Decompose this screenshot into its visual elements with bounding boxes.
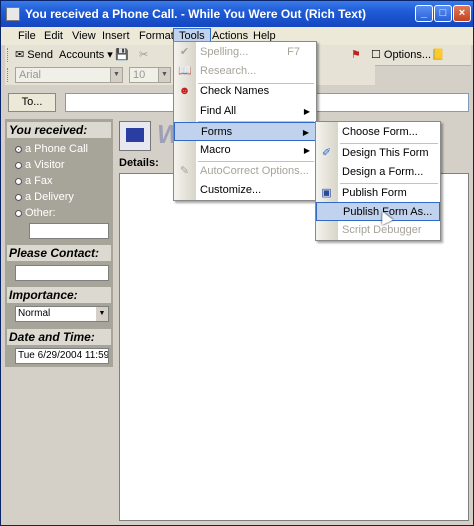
publish-form-icon: ▣	[321, 187, 332, 199]
accounts-label: Accounts	[59, 49, 105, 61]
radio-visitor[interactable]: a Visitor	[15, 159, 65, 171]
menu-item-design-this-form[interactable]: ✐ Design This Form	[316, 144, 440, 163]
radio-label: a Delivery	[25, 191, 74, 203]
toolbar-grip[interactable]	[7, 68, 11, 82]
radio-phone-call[interactable]: a Phone Call	[15, 143, 88, 155]
menu-item-script-debugger[interactable]: Script Debugger	[316, 221, 440, 240]
menu-item-design-a-form[interactable]: Design a Form...	[316, 163, 440, 182]
menu-item-label: Design This Form	[342, 147, 429, 159]
details-label: Details:	[119, 157, 159, 169]
chevron-right-icon: ▶	[302, 128, 309, 137]
spelling-icon: ✔	[179, 46, 190, 58]
menu-item-publish-form[interactable]: ▣ Publish Form	[316, 184, 440, 203]
menu-item-label: Find All	[200, 105, 237, 117]
menu-item-forms[interactable]: Forms ▶	[174, 122, 316, 141]
received-header: You received:	[7, 122, 111, 138]
chevron-down-icon: ▼	[96, 307, 108, 321]
menu-item-shortcut: F7	[287, 46, 300, 58]
datetime-header: Date and Time:	[7, 329, 111, 345]
send-label: Send	[27, 49, 53, 61]
radio-dot	[15, 145, 22, 153]
radio-dot	[15, 161, 22, 169]
check-names-icon: ☻	[178, 85, 191, 97]
chevron-right-icon: ▶	[303, 107, 310, 116]
font-combo[interactable]: Arial ▼	[15, 67, 123, 83]
close-button[interactable]: ×	[453, 5, 471, 22]
options-label: Options...	[383, 49, 431, 61]
design-form-icon: ✐	[321, 147, 332, 159]
menu-item-label: AutoCorrect Options...	[200, 165, 309, 177]
menu-item-label: Publish Form	[342, 187, 407, 199]
chevron-down-icon: ▼	[158, 68, 170, 82]
radio-other[interactable]: Other:	[15, 207, 56, 219]
maximize-button[interactable]: □	[434, 5, 452, 22]
menu-edit[interactable]: Edit	[39, 28, 68, 44]
accounts-button[interactable]: Accounts ▾	[59, 47, 113, 63]
left-panel: You received: a Phone Call a Visitor a F…	[5, 119, 113, 367]
importance-value: Normal	[18, 308, 51, 319]
outlook-form-window: You received a Phone Call. - While You W…	[0, 0, 474, 526]
radio-label: a Fax	[25, 175, 53, 187]
minimize-button[interactable]: _	[415, 5, 433, 22]
menu-insert[interactable]: Insert	[97, 28, 135, 44]
menu-item-choose-form[interactable]: Choose Form...	[316, 123, 440, 142]
menu-item-find-all[interactable]: Find All ▶	[174, 102, 316, 121]
menu-item-macro[interactable]: Macro ▶	[174, 141, 316, 160]
menu-item-spelling[interactable]: ✔ Spelling... F7	[174, 43, 316, 62]
menu-item-check-names[interactable]: ☻ Check Names	[174, 82, 316, 101]
radio-dot	[15, 193, 22, 201]
menu-item-research[interactable]: 📖 Research...	[174, 62, 316, 81]
menu-item-label: Spelling...	[200, 46, 249, 58]
forms-submenu: Choose Form... ✐ Design This Form Design …	[315, 121, 441, 241]
save-icon[interactable]: 💾	[115, 47, 129, 63]
tools-menu: ✔ Spelling... F7 📖 Research... ☻ Check Names…	[173, 41, 317, 201]
cut-icon[interactable]: ✂	[139, 47, 148, 63]
menu-item-label: Check Names	[200, 85, 270, 97]
font-value: Arial	[19, 69, 42, 81]
address-book-icon[interactable]: 📒	[431, 47, 445, 63]
menu-item-autocorrect[interactable]: ✎ AutoCorrect Options...	[174, 162, 316, 181]
menu-item-customize[interactable]: Customize...	[174, 181, 316, 200]
font-size-combo[interactable]: 10 ▼	[129, 67, 171, 83]
menu-item-label: Macro	[200, 144, 231, 156]
menu-item-label: Choose Form...	[342, 126, 418, 138]
radio-label: Other:	[25, 207, 56, 219]
menu-item-label: Forms	[201, 126, 233, 138]
importance-header: Importance:	[7, 287, 111, 303]
contact-header: Please Contact:	[7, 245, 111, 261]
radio-dot	[15, 209, 22, 217]
menu-file[interactable]: File	[13, 28, 41, 44]
title-bar[interactable]: You received a Phone Call. - While You W…	[1, 1, 473, 27]
toolbar-grip[interactable]	[7, 48, 11, 62]
contact-field[interactable]	[15, 265, 109, 281]
autocorrect-icon: ✎	[179, 165, 190, 177]
datetime-field[interactable]: Tue 6/29/2004 11:59 P	[15, 348, 109, 364]
research-icon: 📖	[178, 65, 192, 77]
monitor-icon	[119, 121, 151, 151]
radio-label: a Phone Call	[25, 143, 88, 155]
window-title: You received a Phone Call. - While You W…	[25, 7, 366, 21]
chevron-right-icon: ▶	[303, 146, 310, 155]
radio-dot	[15, 177, 22, 185]
chevron-down-icon: ▼	[110, 68, 122, 82]
radio-fax[interactable]: a Fax	[15, 175, 53, 187]
other-field[interactable]	[29, 223, 109, 239]
flag-icon[interactable]: ⚑	[351, 47, 361, 63]
menu-item-label: Design a Form...	[342, 166, 424, 178]
menu-view[interactable]: View	[67, 28, 101, 44]
options-button[interactable]: ☐ Options...	[371, 47, 431, 63]
form-icon	[6, 7, 20, 21]
font-size-value: 10	[133, 69, 146, 81]
send-button[interactable]: ✉ Send	[15, 47, 53, 63]
menu-item-label: Research...	[200, 65, 257, 77]
importance-select[interactable]: Normal ▼	[15, 306, 109, 322]
menu-item-label: Customize...	[200, 184, 262, 196]
to-button[interactable]: To...	[8, 93, 56, 112]
radio-delivery[interactable]: a Delivery	[15, 191, 74, 203]
send-icon: ✉	[15, 49, 25, 61]
radio-label: a Visitor	[25, 159, 65, 171]
